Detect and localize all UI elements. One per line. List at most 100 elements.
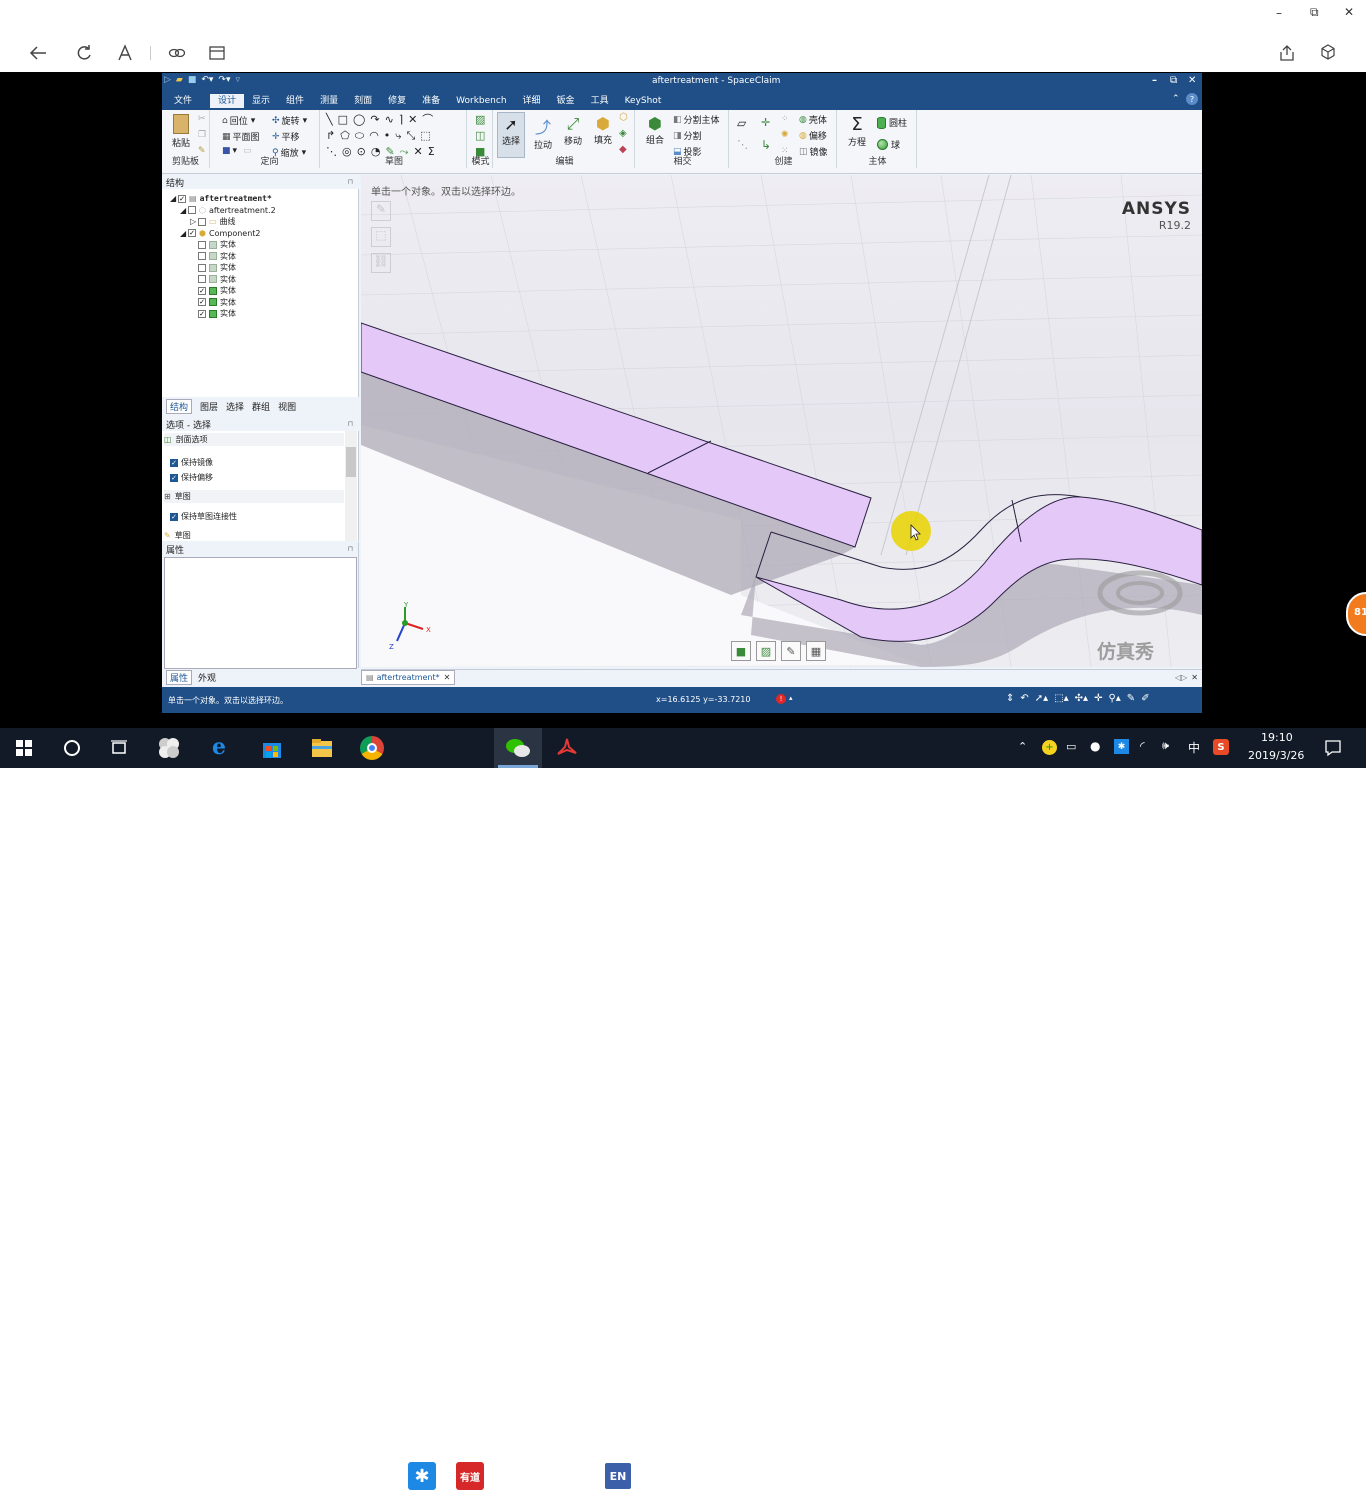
tree-item-component[interactable]: ◢ ✓ ⬢ Component2 bbox=[170, 228, 355, 240]
arc-icon[interactable]: ↷ bbox=[370, 113, 384, 126]
split-button[interactable]: ◨ 分割 bbox=[673, 129, 702, 143]
pin-app-icon[interactable]: ✱ bbox=[408, 1462, 436, 1490]
wechat-tray-icon[interactable]: ● bbox=[1090, 739, 1100, 753]
fill-button[interactable]: ⬢ 填充 bbox=[589, 114, 617, 146]
move-button[interactable]: ⤢ 移动 bbox=[559, 114, 587, 147]
tab-design[interactable]: 设计 bbox=[210, 93, 245, 108]
split-body-button[interactable]: ◧ 分割主体 bbox=[673, 113, 720, 127]
measure-status-icon[interactable]: ✐ bbox=[1141, 693, 1149, 704]
tab-tools[interactable]: 工具 bbox=[583, 94, 617, 108]
close-all-icon[interactable]: ✕ bbox=[1191, 673, 1198, 682]
shell-button[interactable]: ◍ 壳体 bbox=[799, 113, 827, 127]
open-icon[interactable]: ▰ bbox=[176, 75, 183, 85]
paste-button[interactable]: 粘贴 bbox=[168, 114, 194, 149]
error-dropdown-icon[interactable]: ▴ bbox=[789, 694, 793, 702]
cylinder-button[interactable]: 圆柱 bbox=[877, 116, 907, 129]
chrome-icon[interactable] bbox=[360, 736, 384, 760]
pen-icon[interactable]: ✎ bbox=[781, 641, 801, 661]
pull-button[interactable]: ⤴ 拉动 bbox=[529, 114, 557, 151]
spline-icon[interactable]: ∿ bbox=[385, 113, 399, 126]
cut-icon[interactable]: ✂ bbox=[198, 114, 206, 124]
notification-icon[interactable] bbox=[1324, 739, 1342, 757]
plan-view-button[interactable]: ▦ 平面图 bbox=[222, 130, 260, 144]
windows-start-icon[interactable] bbox=[16, 740, 32, 756]
doc-tab-aftertreatment[interactable]: ▤ aftertreatment* ✕ bbox=[361, 670, 456, 685]
spin-icon[interactable]: ⇕ bbox=[1006, 693, 1014, 704]
sogou-icon[interactable]: S bbox=[1213, 739, 1229, 755]
tree-item-body[interactable]: ✓ 实体 bbox=[170, 297, 355, 309]
sketch-mode-icon[interactable]: ▨ bbox=[475, 113, 485, 126]
keep-mirror-option[interactable]: ✓ 保持镜像 bbox=[170, 457, 213, 468]
axis-icon[interactable]: ⋱ bbox=[737, 138, 748, 151]
offset-button[interactable]: ◍ 偏移 bbox=[799, 129, 827, 143]
customize-icon[interactable]: ▿ bbox=[235, 75, 240, 85]
error-icon[interactable]: ! bbox=[776, 694, 786, 704]
pen-status-icon[interactable]: ✎ bbox=[1127, 693, 1135, 704]
tab-assembly[interactable]: 组件 bbox=[278, 94, 312, 108]
tab-display[interactable]: 显示 bbox=[244, 94, 278, 108]
tree-item-body[interactable]: ✓ 实体 bbox=[170, 285, 355, 297]
trim-icon[interactable]: ✕ bbox=[408, 113, 422, 126]
circle-icon[interactable]: ◯ bbox=[353, 113, 370, 126]
back-icon[interactable] bbox=[28, 44, 48, 62]
keep-sketch-connectivity-option[interactable]: ✓ 保持草图连接性 bbox=[170, 511, 237, 522]
rectangle-icon[interactable]: □ bbox=[338, 113, 353, 126]
zoom-status-icon[interactable]: ⚲▴ bbox=[1108, 693, 1120, 704]
link-icon[interactable] bbox=[168, 44, 186, 62]
tangent-line-icon[interactable]: ↱ bbox=[326, 129, 340, 142]
edge-icon[interactable]: e bbox=[212, 734, 226, 760]
ime-indicator[interactable]: 中 bbox=[1188, 739, 1200, 756]
youdao-icon[interactable]: 有道 bbox=[456, 1462, 484, 1490]
link-mode-icon[interactable]: ⛓ bbox=[371, 253, 391, 273]
file-explorer-icon[interactable] bbox=[311, 738, 333, 758]
fillet-icon[interactable]: ⌒ bbox=[422, 113, 438, 126]
point-icon[interactable]: • bbox=[384, 129, 396, 142]
cursor-mode-icon[interactable]: ➚▴ bbox=[1035, 693, 1048, 704]
origin-icon[interactable]: ✛ bbox=[761, 116, 770, 129]
pin-icon[interactable]: ⊓ bbox=[348, 178, 353, 186]
ellipse-icon[interactable]: ⬭ bbox=[355, 129, 369, 142]
share-icon[interactable] bbox=[1278, 44, 1296, 62]
replace-icon[interactable]: ◈ bbox=[619, 128, 627, 139]
tab-groups[interactable]: 群组 bbox=[252, 400, 270, 413]
clock-date[interactable]: 2019/3/26 bbox=[1248, 749, 1304, 762]
tree-item-body[interactable]: ✓ 实体 bbox=[170, 308, 355, 320]
acrobat-icon[interactable] bbox=[556, 737, 578, 759]
tab-keyshot[interactable]: KeyShot bbox=[617, 94, 670, 108]
tab-selection[interactable]: 选择 bbox=[226, 400, 244, 413]
sphere-button[interactable]: 球 bbox=[877, 138, 900, 151]
tree-item-child[interactable]: ◢ ⬡ aftertreatment.2 bbox=[170, 205, 355, 217]
section-mode-icon[interactable]: ◫ bbox=[475, 129, 485, 142]
undo-icon[interactable]: ↶▾ bbox=[201, 75, 213, 85]
tab-workbench[interactable]: Workbench bbox=[448, 94, 514, 108]
combine-button[interactable]: ⬢ 组合 bbox=[641, 114, 669, 146]
tree-item-body[interactable]: 实体 bbox=[170, 274, 355, 286]
orbit-icon[interactable]: ✣▴ bbox=[1075, 693, 1088, 704]
keep-offset-option[interactable]: ✓ 保持偏移 bbox=[170, 472, 213, 483]
window-minimize-button[interactable]: – bbox=[1276, 6, 1282, 20]
tree-item-body[interactable]: 实体 bbox=[170, 262, 355, 274]
arc2-icon[interactable]: ◠ bbox=[369, 129, 384, 142]
close-tab-icon[interactable]: ✕ bbox=[444, 673, 451, 682]
window-close-button[interactable]: ✕ bbox=[1344, 5, 1354, 19]
pattern-icon[interactable]: ⁘ bbox=[781, 114, 789, 124]
solid-display-icon[interactable]: ■ bbox=[731, 641, 751, 661]
tree-item-body[interactable]: 实体 bbox=[170, 251, 355, 263]
radial-pattern-icon[interactable]: ✺ bbox=[781, 130, 789, 140]
blend-icon[interactable]: ⬡ bbox=[619, 112, 628, 123]
line-icon[interactable]: ╲ bbox=[326, 113, 338, 126]
split-line-icon[interactable]: ⤡ bbox=[406, 129, 420, 142]
read-aloud-icon[interactable] bbox=[117, 44, 133, 62]
viewport[interactable]: 单击一个对象。双击以选择环边。 ✎ ⬚ ⛓ ANSYS R19.2 仿真秀 Y … bbox=[361, 175, 1202, 667]
options-scrollbar-thumb[interactable] bbox=[346, 447, 356, 477]
corner-icon[interactable]: ⌉ bbox=[399, 113, 408, 126]
select-mode-icon[interactable]: ✎ bbox=[371, 201, 391, 221]
tab-facets[interactable]: 刻面 bbox=[346, 94, 380, 108]
tab-repair[interactable]: 修复 bbox=[380, 94, 414, 108]
rotate-button[interactable]: ✣ 旋转 ▾ bbox=[272, 114, 307, 128]
wifi-icon[interactable]: ◜ bbox=[1140, 739, 1145, 753]
window-restore-button[interactable]: ⧉ bbox=[1310, 5, 1319, 20]
store-icon[interactable] bbox=[261, 737, 283, 759]
sc-restore-button[interactable]: ⧉ bbox=[1170, 75, 1177, 86]
battery-icon[interactable]: ▭ bbox=[1066, 740, 1076, 753]
